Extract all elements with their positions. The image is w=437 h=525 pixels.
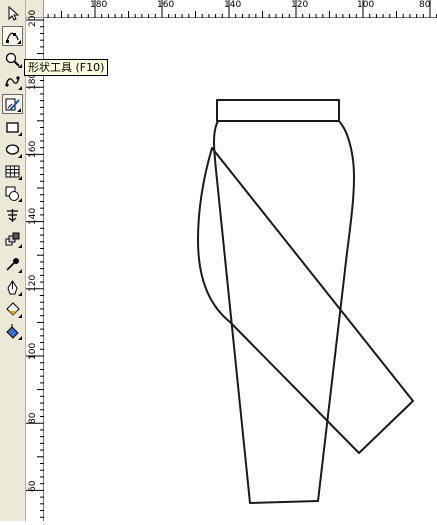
horizontal-ruler[interactable]: 180 160 140 120 100 80: [44, 0, 437, 18]
ellipse-tool-button[interactable]: [2, 139, 23, 159]
smart-fill-tool-button[interactable]: [2, 94, 23, 114]
table-tool-button[interactable]: [2, 161, 23, 181]
flyout-arrow-icon: [18, 292, 22, 296]
vruler-label-120: 120: [28, 274, 38, 292]
waistband-rectangle[interactable]: [216, 99, 340, 122]
eyedropper-tool-button[interactable]: [2, 254, 23, 274]
drawing-canvas[interactable]: [45, 19, 437, 521]
text-char-icon: [7, 208, 18, 222]
shape-tool-tooltip: 形状工具 (F10): [24, 59, 109, 76]
interactive-fill-tool-button[interactable]: [2, 321, 23, 341]
vertical-ruler-ticks: [26, 19, 44, 518]
flyout-arrow-icon: [18, 86, 22, 90]
rectangle-tool-button[interactable]: [2, 117, 23, 137]
flyout-arrow-icon: [18, 314, 22, 318]
hruler-label-180: 180: [90, 0, 108, 10]
shape-tool-button[interactable]: [2, 26, 23, 46]
arrow-cursor-icon: [8, 5, 20, 21]
hruler-label-120: 120: [291, 0, 309, 10]
fill-tool-button[interactable]: [2, 299, 23, 319]
flyout-arrow-icon: [18, 64, 22, 68]
flyout-arrow-icon: [18, 176, 22, 180]
vruler-label-100: 100: [28, 342, 38, 360]
zoom-tool-button[interactable]: [2, 49, 23, 69]
flyout-arrow-icon: [18, 269, 22, 273]
pick-tool-button[interactable]: [2, 3, 23, 23]
vruler-label-80: 80: [28, 412, 38, 424]
hruler-label-160: 160: [157, 0, 175, 10]
flyout-arrow-icon: [18, 198, 22, 202]
outline-tool-button[interactable]: [2, 277, 23, 297]
basic-shapes-tool-button[interactable]: [2, 183, 23, 203]
vruler-label-160: 160: [28, 140, 38, 158]
vertical-ruler[interactable]: 200 180 160 140 120 100 80 60: [26, 10, 44, 521]
interactive-blend-tool-button[interactable]: [2, 229, 23, 249]
hruler-label-100: 100: [357, 0, 375, 10]
toolbox: [0, 0, 26, 521]
flyout-arrow-icon: [17, 40, 21, 44]
hruler-label-140: 140: [224, 0, 242, 10]
vruler-label-200: 200: [28, 9, 38, 27]
vruler-label-60: 60: [28, 480, 38, 492]
flyout-arrow-icon: [17, 108, 21, 112]
skirt-pattern-drawing[interactable]: [45, 19, 437, 521]
flyout-arrow-icon: [18, 154, 22, 158]
text-tool-button[interactable]: [2, 205, 23, 225]
vruler-label-140: 140: [28, 207, 38, 225]
curve-tool-button[interactable]: [2, 71, 23, 91]
flyout-arrow-icon: [18, 244, 22, 248]
flyout-arrow-icon: [18, 336, 22, 340]
flyout-arrow-icon: [18, 132, 22, 136]
hruler-label-80: 80: [419, 0, 431, 10]
